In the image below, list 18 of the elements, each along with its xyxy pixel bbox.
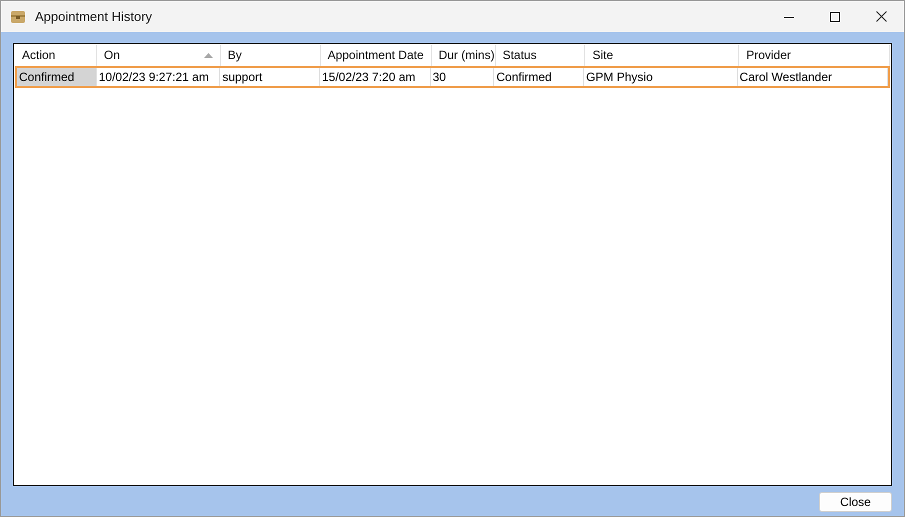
table-cell: Confirmed — [494, 68, 584, 86]
close-dialog-button[interactable]: Close — [819, 492, 892, 512]
table-cell: GPM Physio — [584, 68, 738, 86]
table-cell: Carol Westlander — [738, 68, 888, 86]
table-cell: Confirmed — [17, 68, 97, 86]
table-cell: 10/02/23 9:27:21 am — [96, 68, 220, 86]
column-header[interactable]: Status — [496, 45, 586, 66]
column-header[interactable]: Appointment Date — [320, 45, 432, 66]
window-title: Appointment History — [35, 8, 152, 26]
table-cell: 30 — [430, 68, 494, 86]
close-icon — [876, 11, 886, 22]
table-cell: support — [220, 68, 320, 86]
app-icon — [11, 10, 25, 22]
maximize-icon — [830, 12, 840, 22]
column-header[interactable]: By — [220, 45, 321, 66]
column-header[interactable]: Dur (mins) — [432, 45, 496, 66]
selected-row[interactable]: Confirmed 10/02/23 9:27:21 am support 15/02/23 7:20 am 30 Confirmed GPM Physio Carol Westlander — [15, 66, 890, 88]
table-cell: 15/02/23 7:20 am — [320, 68, 431, 86]
